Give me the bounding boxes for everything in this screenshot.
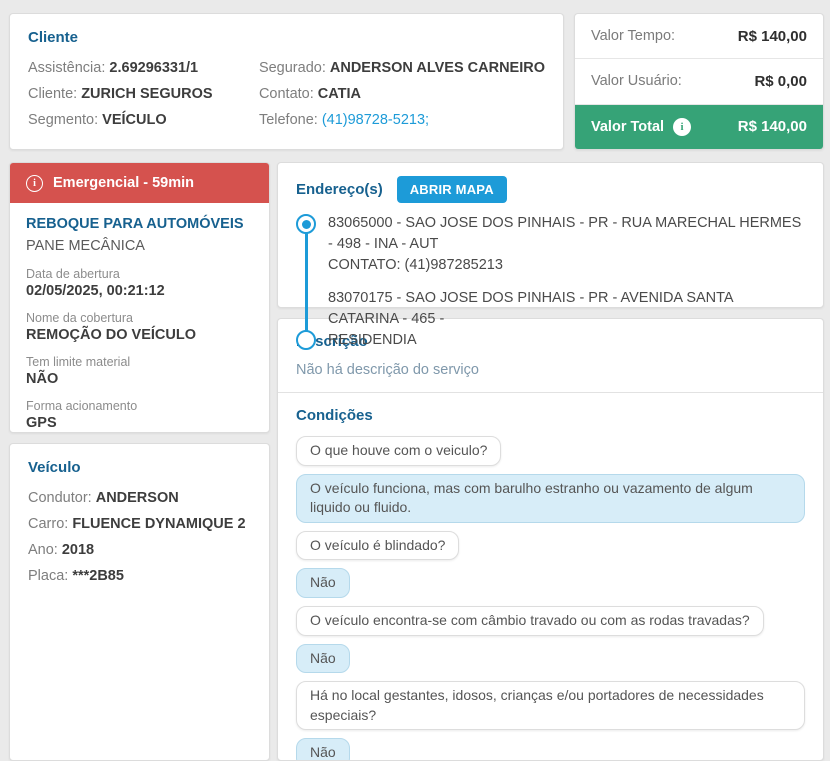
vehicle-fields: Condutor: ANDERSON Carro: FLUENCE DYNAMI… [28, 485, 251, 589]
value-user-row: Valor Usuário: R$ 0,00 [575, 59, 823, 105]
service-body: REBOQUE PARA AUTOMÓVEIS PANE MECÂNICA Da… [10, 203, 269, 432]
question-chip: Há no local gestantes, idosos, crianças … [296, 681, 805, 731]
alert-text: Emergencial - 59min [53, 175, 195, 191]
year-field: Ano: 2018 [28, 542, 95, 558]
conditions-list: O que houve com o veiculo? O veículo fun… [296, 436, 805, 760]
destination-radio-icon[interactable] [296, 330, 316, 351]
assistance-field: Assistência: 2.69296331/1 [28, 60, 199, 76]
addresses-title: Endereço(s) [296, 181, 383, 198]
client-fields: Assistência: 2.69296331/1 Cliente: ZURIC… [28, 55, 545, 133]
question-chip: O veículo encontra-se com câmbio travado… [296, 605, 764, 636]
alert-info-icon: i [26, 174, 43, 192]
client-fields-right: Segurado: ANDERSON ALVES CARNEIRO Contat… [259, 55, 545, 133]
car-field: Carro: FLUENCE DYNAMIQUE 2 [28, 516, 246, 532]
page: Cliente Assistência: 2.69296331/1 Client… [0, 0, 830, 761]
main-row: i Emergencial - 59min REBOQUE PARA AUTOM… [9, 162, 824, 761]
insured-field: Segurado: ANDERSON ALVES CARNEIRO [258, 60, 545, 76]
answer-chip: Não [296, 643, 350, 674]
contact-field: Contato: CATIA [258, 86, 362, 102]
top-row: Cliente Assistência: 2.69296331/1 Client… [9, 13, 824, 150]
address-timeline: 83065000 - SAO JOSE DOS PINHAIS - PR - R… [296, 213, 805, 351]
open-map-button[interactable]: ABRIR MAPA [396, 176, 507, 203]
right-column: Endereço(s) ABRIR MAPA 83065000 - SAO JO… [277, 162, 824, 761]
section-divider [278, 392, 823, 393]
left-column: i Emergencial - 59min REBOQUE PARA AUTOM… [9, 162, 270, 761]
origin-address: 83065000 - SAO JOSE DOS PINHAIS - PR - R… [328, 215, 802, 274]
segment-field: Segmento: VEÍCULO [28, 112, 167, 128]
service-title: REBOQUE PARA AUTOMÓVEIS [26, 216, 244, 232]
description-empty-text: Não há descrição do serviço [296, 362, 479, 378]
answer-chip: Não [296, 738, 350, 760]
description-conditions-card: Descrição Não há descrição do serviço Co… [277, 318, 824, 761]
phone-link[interactable]: (41)98728-5213; [322, 112, 429, 128]
activation-detail: Forma acionamento GPS [26, 399, 138, 431]
destination-address: 83070175 - SAO JOSE DOS PINHAIS - PR - A… [328, 290, 733, 349]
service-alert-header: i Emergencial - 59min [10, 163, 269, 203]
material-limit-detail: Tem limite material NÃO [26, 355, 131, 387]
value-time-row: Valor Tempo: R$ 140,00 [575, 14, 823, 60]
service-card: i Emergencial - 59min REBOQUE PARA AUTOM… [9, 162, 270, 433]
values-card: Valor Tempo: R$ 140,00 Valor Usuário: R$… [574, 13, 824, 150]
origin-radio-icon[interactable] [296, 214, 316, 234]
client-card: Cliente Assistência: 2.69296331/1 Client… [9, 13, 564, 150]
total-value: R$ 140,00 [737, 118, 807, 136]
driver-field: Condutor: ANDERSON [28, 490, 179, 506]
value-total-row: Valor Total i R$ 140,00 [575, 104, 823, 149]
addresses-header: Endereço(s) ABRIR MAPA [296, 176, 805, 203]
info-icon[interactable]: i [673, 117, 692, 136]
open-date-detail: Data de abertura 02/05/2025, 00:21:12 [26, 267, 165, 299]
vehicle-card: Veículo Condutor: ANDERSON Carro: FLUENC… [9, 443, 270, 761]
answer-chip: Não [296, 568, 350, 598]
plate-field: Placa: ***2B85 [28, 568, 124, 584]
client-field: Cliente: ZURICH SEGUROS [28, 86, 213, 102]
conditions-title: Condições [296, 407, 373, 424]
vehicle-card-title: Veículo [28, 459, 81, 476]
answer-chip: O veículo funciona, mas com barulho estr… [296, 473, 805, 523]
question-chip: O veículo é blindado? [296, 530, 460, 561]
question-chip: O que houve com o veiculo? [296, 436, 502, 466]
coverage-detail: Nome da cobertura REMOÇÃO DO VEÍCULO [26, 311, 196, 343]
phone-field: Telefone: (41)98728-5213; [258, 112, 430, 128]
total-label: Valor Total [591, 118, 665, 135]
client-fields-left: Assistência: 2.69296331/1 Cliente: ZURIC… [28, 55, 249, 133]
timeline-connector [304, 227, 308, 338]
addresses-card: Endereço(s) ABRIR MAPA 83065000 - SAO JO… [277, 162, 824, 351]
client-card-title: Cliente [28, 29, 79, 46]
service-subtitle: PANE MECÂNICA [26, 238, 145, 254]
